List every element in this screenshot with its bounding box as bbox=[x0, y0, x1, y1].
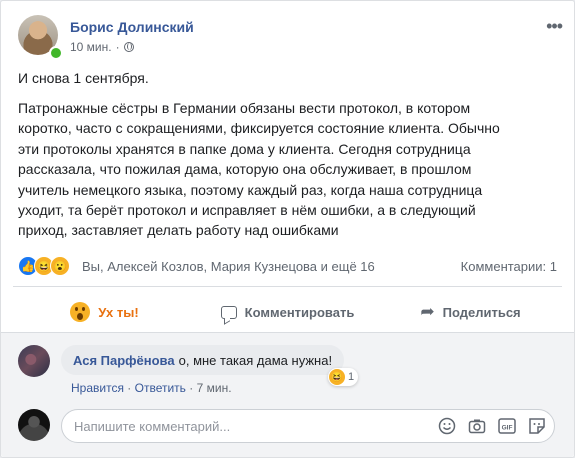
wow-face-icon bbox=[70, 302, 91, 322]
emoji-icon[interactable] bbox=[438, 417, 456, 435]
reaction-button[interactable]: Ух ты! bbox=[13, 292, 196, 332]
share-label: Поделиться bbox=[442, 304, 521, 320]
comment-reply-link[interactable]: Ответить bbox=[135, 381, 186, 395]
globe-icon bbox=[123, 42, 134, 52]
meta-separator: · bbox=[115, 40, 120, 54]
comment-icon bbox=[220, 305, 237, 319]
comment-composer[interactable]: GIF bbox=[61, 409, 555, 443]
gif-icon[interactable]: GIF bbox=[498, 417, 516, 435]
post-body: Патронажные сёстры в Германии обязаны ве… bbox=[18, 100, 500, 239]
online-status-icon bbox=[49, 46, 63, 60]
comment-separator: · bbox=[127, 381, 132, 395]
share-button[interactable]: ➦ Поделиться bbox=[379, 292, 562, 332]
commenter-avatar[interactable] bbox=[18, 345, 50, 377]
comment-input[interactable] bbox=[74, 410, 414, 442]
comment-actions: Нравится · Ответить · 7 мин. bbox=[71, 381, 232, 395]
post-header: Борис Долинский 10 мин. · ••• bbox=[18, 15, 563, 63]
composer-tools: GIF bbox=[438, 417, 546, 435]
reaction-label: Ух ты! bbox=[98, 304, 139, 320]
svg-text:GIF: GIF bbox=[502, 425, 513, 432]
author-name[interactable]: Борис Долинский bbox=[70, 19, 194, 35]
reaction-icons[interactable]: 👍 😆 😮 bbox=[18, 256, 70, 276]
wow-icon: 😮 bbox=[50, 256, 70, 276]
author-avatar-wrap[interactable] bbox=[18, 15, 63, 60]
comment-like-link[interactable]: Нравится bbox=[71, 381, 124, 395]
post-first-line: И снова 1 сентября. bbox=[18, 70, 149, 86]
post-card: Борис Долинский 10 мин. · ••• И снова 1 … bbox=[0, 0, 575, 458]
comment-label: Комментировать bbox=[244, 304, 355, 320]
reaction-names[interactable]: Вы, Алексей Козлов, Мария Кузнецова и ещ… bbox=[82, 259, 375, 274]
comment-author[interactable]: Ася Парфёнова bbox=[73, 353, 175, 368]
post-time[interactable]: 10 мин. bbox=[70, 40, 112, 54]
comment-button[interactable]: Комментировать bbox=[196, 292, 379, 332]
comment-reaction-badge[interactable]: 😆 1 bbox=[328, 368, 359, 386]
sticker-icon[interactable] bbox=[528, 417, 546, 435]
comment-bubble: Ася Парфёнова о, мне такая дама нужна! bbox=[61, 345, 345, 375]
comment-reaction-count: 1 bbox=[348, 371, 355, 383]
comment-time[interactable]: · 7 мин. bbox=[189, 381, 231, 395]
divider bbox=[13, 286, 562, 287]
comments-count[interactable]: Комментарии: 1 bbox=[461, 259, 557, 274]
current-user-avatar[interactable] bbox=[18, 409, 50, 441]
comments-section: Ася Парфёнова о, мне такая дама нужна! 😆… bbox=[1, 332, 574, 457]
post-meta: 10 мин. · bbox=[70, 40, 134, 54]
share-icon: ➦ bbox=[420, 302, 435, 321]
action-bar: Ух ты! Комментировать ➦ Поделиться bbox=[13, 292, 562, 332]
reactions-summary: 👍 😆 😮 Вы, Алексей Козлов, Мария Кузнецов… bbox=[18, 256, 557, 278]
more-options-icon[interactable]: ••• bbox=[546, 17, 563, 35]
camera-icon[interactable] bbox=[468, 417, 486, 435]
comment-text: о, мне такая дама нужна! bbox=[178, 352, 333, 368]
haha-icon: 😆 bbox=[329, 369, 345, 385]
